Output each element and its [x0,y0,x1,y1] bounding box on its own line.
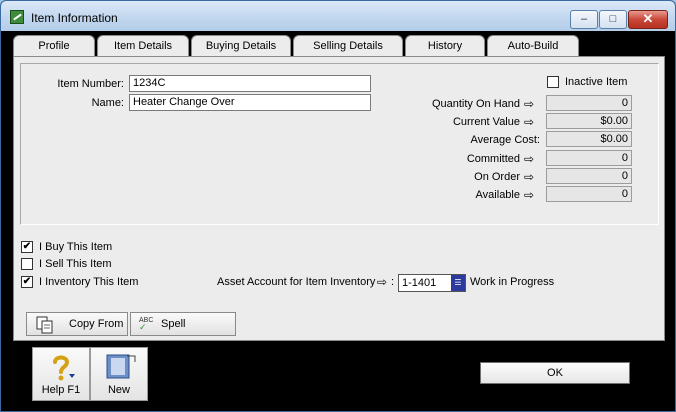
current-value-zoom-arrow-icon[interactable]: ⇨ [524,116,534,128]
asset-account-combo[interactable]: 1-1401 ☰ [398,274,466,292]
buy-item-label: I Buy This Item [39,241,113,253]
item-information-window: Item Information – □ ✕ Profile Item Deta… [0,0,676,412]
new-button[interactable]: New [90,347,148,401]
available-value: 0 [546,186,632,202]
tab-selling-details: Selling Details [293,35,403,56]
asset-account-value: 1-1401 [402,277,437,289]
app-icon [10,10,24,24]
buy-item-checkbox[interactable]: ✔ [21,241,33,253]
minimize-button[interactable]: – [570,10,598,29]
on-order-zoom-arrow-icon[interactable]: ⇨ [524,171,534,183]
asset-account-label: Asset Account for Item Inventory [217,276,376,288]
sell-item-checkbox[interactable] [21,258,33,270]
copy-from-icon [36,316,53,334]
help-question-icon [53,355,75,381]
maximize-button[interactable]: □ [599,10,627,29]
committed-label: Committed [466,153,520,165]
new-button-label: New [107,384,130,396]
committed-zoom-arrow-icon[interactable]: ⇨ [524,153,534,165]
tab-profile[interactable]: Profile [13,35,95,56]
name-input[interactable]: Heater Change Over [129,94,371,111]
quantity-on-hand-value: 0 [546,95,632,111]
asset-account-colon: : [391,276,395,288]
item-number-input[interactable]: 1234C [129,75,371,92]
quantity-on-hand-label: Quantity On Hand [431,98,520,110]
tab-item-details[interactable]: Item Details [97,35,189,56]
new-book-icon [106,354,136,379]
ok-button[interactable]: OK [480,362,630,384]
close-button[interactable]: ✕ [628,10,668,29]
spell-label: Spell [161,318,186,330]
inventory-item-checkbox[interactable]: ✔ [21,276,33,288]
current-value-value: $0.00 [546,113,632,129]
profile-panel: Item Number: 1234C Name: Heater Change O… [13,56,665,341]
help-button-label: Help F1 [41,384,81,396]
available-zoom-arrow-icon[interactable]: ⇨ [524,189,534,201]
inactive-item-label: Inactive Item [565,76,628,88]
window-title: Item Information [31,11,118,25]
tab-auto-build[interactable]: Auto-Build [487,35,579,56]
sell-item-label: I Sell This Item [39,258,112,270]
copy-from-label: Copy From [69,318,124,330]
name-label: Name: [91,97,124,109]
tab-buying-details[interactable]: Buying Details [191,35,291,56]
asset-account-name: Work in Progress [470,276,555,288]
average-cost-label: Average Cost: [470,134,540,146]
spell-button[interactable]: ABC ✓ Spell [130,312,236,336]
copy-from-button[interactable]: Copy From [26,312,128,336]
quantity-on-hand-zoom-arrow-icon[interactable]: ⇨ [524,98,534,110]
help-button[interactable]: Help F1 [32,347,90,401]
on-order-value: 0 [546,168,632,184]
asset-account-zoom-arrow-icon[interactable]: ⇨ [377,276,387,288]
spell-check-icon: ABC ✓ [139,317,154,332]
committed-value: 0 [546,150,632,166]
available-label: Available [475,189,520,201]
inactive-item-checkbox[interactable] [547,76,559,88]
account-list-icon[interactable]: ☰ [451,275,465,291]
tab-history[interactable]: History [405,35,485,56]
current-value-label: Current Value [452,116,520,128]
inventory-item-label: I Inventory This Item [39,276,139,288]
average-cost-value: $0.00 [546,131,632,147]
title-bar[interactable]: Item Information – □ ✕ [1,1,675,31]
item-number-label: Item Number: [57,78,124,90]
on-order-label: On Order [474,171,520,183]
